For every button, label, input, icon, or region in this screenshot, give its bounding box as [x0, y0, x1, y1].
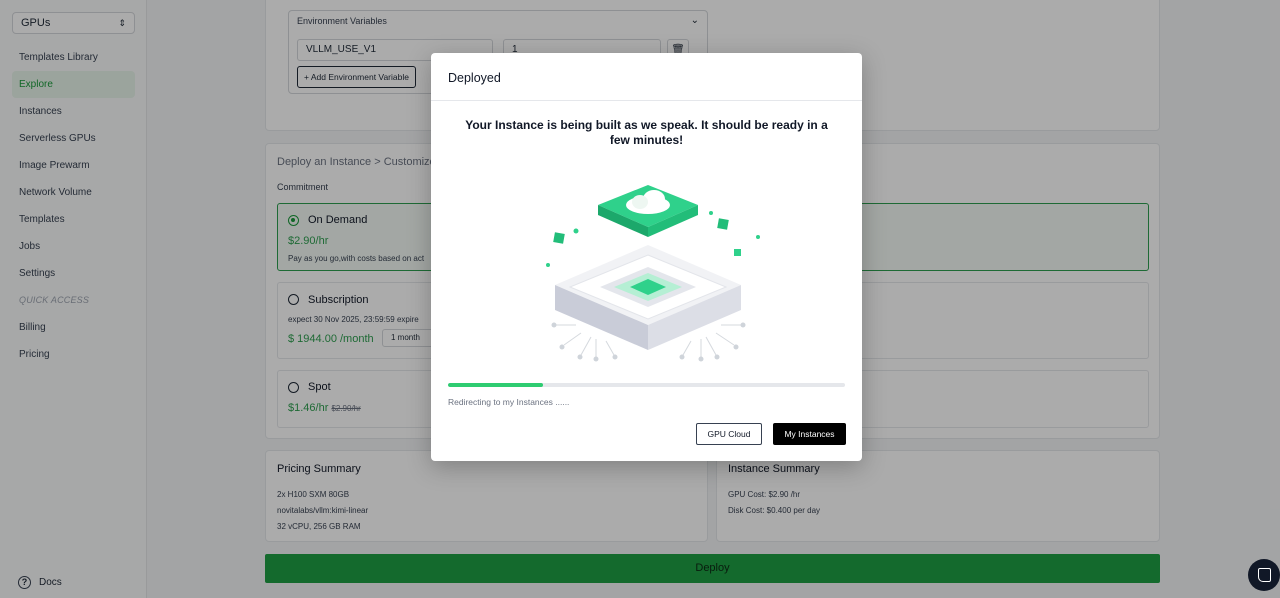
deployed-modal: Deployed Your Instance is being built as…	[431, 53, 862, 461]
deploy-progress-fill	[448, 383, 544, 387]
modal-message: Your Instance is being built as we speak…	[465, 118, 828, 147]
server-chip-illustration	[546, 185, 760, 362]
deploy-progress-bar	[448, 383, 845, 387]
redirect-text: Redirecting to my Instances ......	[448, 397, 570, 407]
gpu-cloud-button[interactable]: GPU Cloud	[696, 423, 762, 445]
modal-title: Deployed	[448, 71, 501, 85]
chat-icon[interactable]	[1248, 559, 1280, 591]
my-instances-button[interactable]: My Instances	[773, 423, 846, 445]
modal-divider	[431, 100, 862, 101]
